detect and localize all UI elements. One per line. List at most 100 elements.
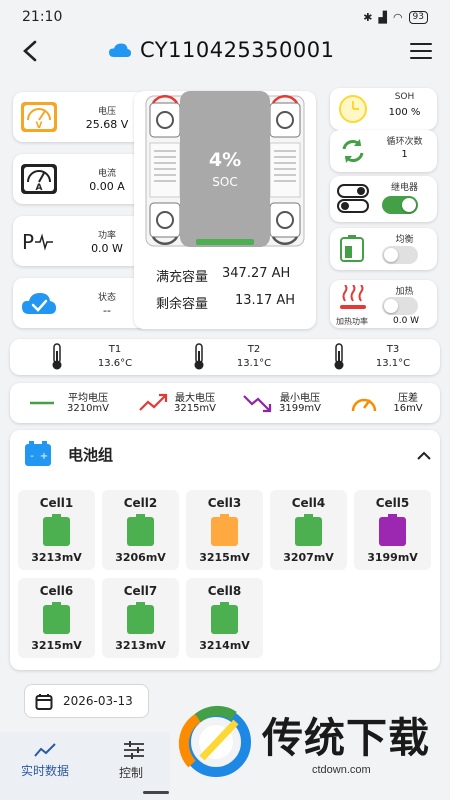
cycle-arrows-icon [336,135,370,167]
svg-text:A: A [36,183,43,193]
cell-voltage: 3199mV [367,551,418,564]
brand-logo-icon [178,705,251,777]
home-indicator [143,791,169,794]
battery-cell: Cell1 3213mV [18,490,95,570]
heater-icon [336,284,370,317]
device-title: CY110425350001 [140,38,335,62]
balance-card: 均衡 [330,228,437,270]
relay-switch-icon [336,181,370,213]
full-capacity-value: 347.27 AH [222,266,291,281]
heating-label: 加热 [395,287,414,297]
voltage-diff-label: 压差 [398,393,418,404]
cell-battery-icon [127,514,154,546]
battery-cell: Cell7 3213mV [102,578,179,658]
cell-name: Cell8 [207,584,242,598]
temperature-bar: T1 13.6°C T2 13.1°C T3 13.1°C [10,339,440,375]
cell-name: Cell6 [39,584,74,598]
watermark-logo: 传统下载 ctdown.com [178,700,448,784]
temp-sensor-value: 13.6°C [97,358,133,369]
relay-toggle[interactable] [382,196,418,214]
thermometer-icon [334,343,344,370]
cell-voltage: 3207mV [283,551,334,564]
cell-voltage: 3206mV [115,551,166,564]
battery-cell: Cell4 3207mV [270,490,347,570]
back-button[interactable] [22,40,38,67]
ammeter-icon: A [19,161,59,197]
battery-cell: Cell5 3199mV [354,490,431,570]
hamburger-icon-line [410,57,432,59]
chevron-left-icon [23,40,37,62]
power-card: P 功率 0.0 W [13,216,149,266]
soh-value: 100 % [388,107,421,118]
trend-up-icon [139,393,168,411]
watermark-url: ctdown.com [312,764,371,776]
chart-line-icon [34,743,56,757]
top-bar: CY110425350001 [0,34,450,72]
voltage-card: V 电压 25.68 V [13,92,149,142]
thermometer-icon [194,343,204,370]
cell-battery-icon [211,514,238,546]
cloud-check-icon [19,285,59,321]
heating-card: 加热 加热功率 0.0 W [330,280,437,328]
signal-icon: ▟ [378,10,387,24]
toggle-knob [384,248,398,262]
heating-power-label: 加热功率 [336,317,368,326]
relay-card: 继电器 [330,176,437,222]
relay-label: 继电器 [390,183,418,193]
full-capacity-label: 满充容量 [156,270,209,285]
battery-pack-icon: - + [25,441,51,466]
svg-text:-: - [30,451,34,462]
cell-voltage: 3213mV [31,551,82,564]
bluetooth-icon: ✱ [363,10,373,24]
svg-text:P: P [22,230,34,254]
status-time: 21:10 [22,9,63,25]
soh-label: SOH [394,92,415,102]
remaining-capacity-value: 13.17 AH [235,293,296,308]
watermark-text: 传统下载 [262,714,430,762]
pack-title: 电池组 [68,446,114,464]
cloud-icon [109,43,131,57]
selected-date: 2026-03-13 [63,694,133,708]
clock-icon [336,93,370,125]
thermometer-icon [52,343,62,370]
battery-cell: Cell6 3215mV [18,578,95,658]
cell-battery-icon [43,602,70,634]
tab-control[interactable]: 控制 [92,732,170,800]
cell-battery-icon [211,602,238,634]
chevron-up-icon[interactable] [416,451,432,461]
trend-down-icon [243,395,272,413]
status-card: 状态 -- [13,278,149,328]
svg-text:+: + [40,451,48,462]
menu-button[interactable] [410,43,432,59]
battery-pack-illustration [145,91,305,247]
avg-voltage-label: 平均电压 [68,393,108,404]
wifi-icon: ◠ [392,10,403,24]
current-card: A 电流 0.00 A [13,154,149,204]
svg-text:V: V [36,121,43,131]
soc-label: SOC [212,175,238,189]
cell-voltage: 3215mV [199,551,250,564]
min-voltage-value: 3199mV [278,403,322,414]
balance-toggle[interactable] [382,246,418,264]
voltage-diff-value: 16mV [393,403,423,414]
cell-name: Cell1 [39,496,74,510]
temp-sensor-value: 13.1°C [236,358,272,369]
battery-level: 93 [412,11,424,22]
hamburger-icon-line [410,43,432,45]
heating-power-value: 0.0 W [393,316,420,326]
remaining-capacity-label: 剩余容量 [156,297,209,312]
cycles-label: 循环次数 [386,137,423,147]
heating-toggle[interactable] [382,297,418,315]
cell-name: Cell5 [375,496,410,510]
sliders-icon [124,741,144,759]
temp-sensor-name: T2 [247,344,261,355]
date-picker[interactable]: 2026-03-13 [24,684,149,718]
bottom-tab-bar: 实时数据 控制 [0,732,170,800]
cell-voltage: 3214mV [199,639,250,652]
toggle-knob [384,299,398,313]
cycles-value: 1 [401,149,408,160]
battery-cell: Cell2 3206mV [102,490,179,570]
tab-realtime-data[interactable]: 实时数据 [0,732,90,800]
status-bar: 21:10 ✱ ▟ ◠ 93 [0,0,450,34]
hamburger-icon-line [410,50,432,52]
